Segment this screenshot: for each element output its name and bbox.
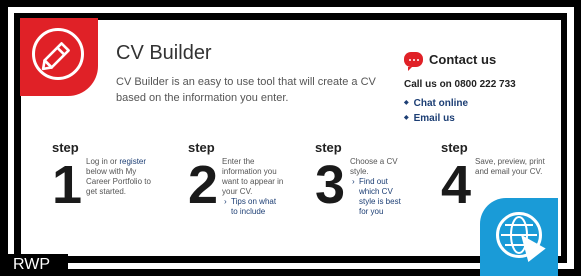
pencil-icon (32, 28, 84, 80)
step-number: 3 (315, 155, 346, 215)
step-text: Choose a CV style. (350, 157, 398, 176)
step-number: 4 (441, 155, 472, 215)
step-label: step (52, 140, 79, 155)
step-number: 2 (188, 155, 219, 215)
step-3: step 3 Choose a CV style. Find out which… (315, 140, 401, 216)
step-2: step 2 Enter the information you want to… (188, 140, 283, 216)
register-link[interactable]: register (119, 157, 146, 166)
contact-phone: Call us on 0800 222 733 (404, 79, 516, 90)
step-text: Log in or register below with My Career … (86, 157, 151, 196)
edit-badge (20, 18, 98, 96)
contact-header: Contact us (404, 52, 554, 71)
step-label: step (188, 140, 215, 155)
contact-title: Contact us (429, 52, 497, 67)
chat-bubble-icon (404, 52, 423, 71)
chat-online-link[interactable]: Chat online (404, 96, 554, 111)
email-us-link[interactable]: Email us (404, 111, 554, 126)
contact-links: Chat online Email us (404, 96, 554, 126)
intro-text: CV Builder is an easy to use tool that w… (116, 76, 376, 104)
contact-panel: Contact us Call us on 0800 222 733 Chat … (404, 52, 554, 126)
step-4: step 4 Save, preview, print and email yo… (441, 140, 545, 212)
step-label: step (315, 140, 342, 155)
web-badge (480, 198, 558, 276)
step-text: Enter the information you want to appear… (222, 157, 284, 196)
rwp-label: RWP (8, 254, 68, 276)
step-1: step 1 Log in or register below with My … (52, 140, 151, 212)
page-title: CV Builder (116, 42, 212, 64)
cv-style-link[interactable]: Find out which CV style is best for you (352, 177, 401, 217)
step-label: step (441, 140, 468, 155)
step-number: 1 (52, 155, 83, 215)
step-text: Save, preview, print and email your CV. (475, 157, 545, 176)
tips-link[interactable]: Tips on what to include (224, 197, 281, 217)
